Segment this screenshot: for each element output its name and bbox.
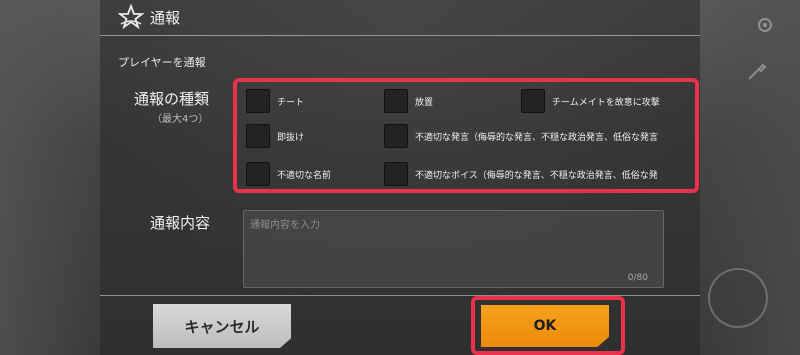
checkbox[interactable] <box>246 162 270 186</box>
option-label: 即抜け <box>277 132 305 143</box>
settings-icon <box>758 18 772 32</box>
cancel-button[interactable]: キャンセル <box>153 304 291 348</box>
header-divider <box>100 35 700 36</box>
background-left-shade <box>0 0 100 355</box>
option-label: 不適切な名前 <box>277 170 332 181</box>
input-placeholder: 通報内容を入力 <box>250 220 320 231</box>
option-label: チームメイトを故意に攻撃 <box>552 97 660 108</box>
report-content-input[interactable]: 通報内容を入力 0/80 <box>243 210 664 288</box>
report-type-limit: （最大4つ） <box>152 114 209 125</box>
report-type-label: 通報の種類 <box>134 90 210 108</box>
option-afk[interactable]: 放置 <box>384 89 433 113</box>
character-counter: 0/80 <box>627 273 648 283</box>
cancel-button-label: キャンセル <box>184 317 260 336</box>
report-content-label: 通報内容 <box>150 214 211 232</box>
ok-button[interactable]: OK <box>481 305 609 347</box>
dialog-title: 通報 <box>150 8 181 27</box>
checkbox[interactable] <box>246 89 270 113</box>
ok-button-label: OK <box>533 318 557 334</box>
option-label: 不適切なボイス（侮辱的な発言、不穏な政治発言、低俗な発 <box>415 170 658 181</box>
fist-icon <box>708 268 768 328</box>
checkbox[interactable] <box>246 124 270 148</box>
option-leave-early[interactable]: 即抜け <box>246 124 304 148</box>
option-inappropriate-name[interactable]: 不適切な名前 <box>246 162 331 186</box>
dialog-header: 通報 <box>118 4 180 30</box>
option-label: 不適切な発言（侮辱的な発言、不穏な政治発言、低俗な発言 <box>415 132 659 143</box>
checkbox[interactable] <box>384 89 408 113</box>
checkbox[interactable] <box>521 89 545 113</box>
wrench-icon <box>748 63 767 80</box>
option-inappropriate-chat[interactable]: 不適切な発言（侮辱的な発言、不穏な政治発言、低俗な発言 <box>384 124 658 148</box>
emblem-icon <box>118 4 144 30</box>
checkbox[interactable] <box>384 162 408 186</box>
option-team-attack[interactable]: チームメイトを故意に攻撃 <box>521 89 660 113</box>
option-inappropriate-voice[interactable]: 不適切なボイス（侮辱的な発言、不穏な政治発言、低俗な発 <box>384 162 658 186</box>
option-label: 放置 <box>415 97 434 108</box>
option-cheat[interactable]: チート <box>246 89 304 113</box>
checkbox[interactable] <box>384 124 408 148</box>
option-label: チート <box>277 97 305 108</box>
dialog-subheading: プレイヤーを通報 <box>118 56 206 69</box>
